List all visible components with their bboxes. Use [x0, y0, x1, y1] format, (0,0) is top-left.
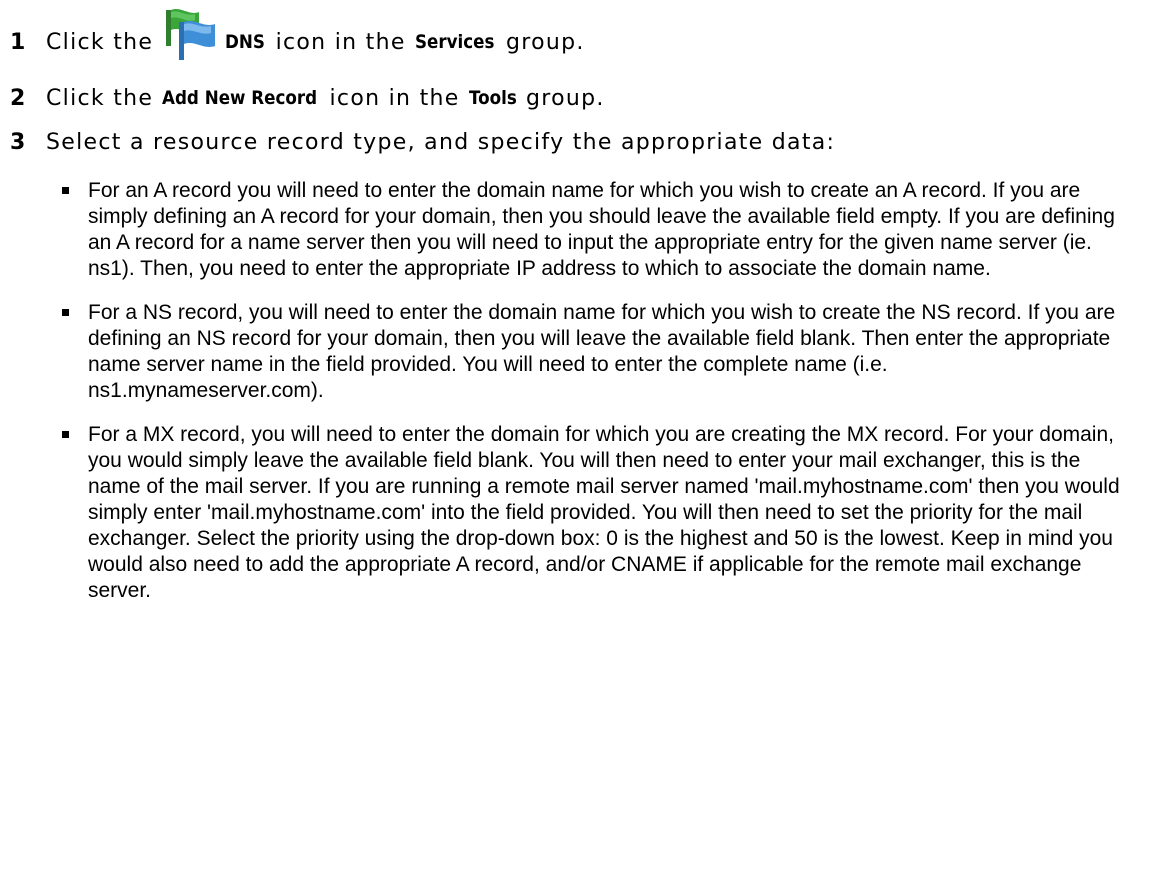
step-number: 1	[10, 29, 26, 55]
dns-term: DNS	[225, 31, 266, 53]
list-item-ns-record: For a NS record, you will need to enter …	[58, 300, 1128, 404]
add-new-record-term: Add New Record	[162, 87, 318, 109]
services-group-term: Services	[414, 31, 495, 53]
bullet-square-icon	[62, 309, 69, 316]
step-text: Click the Add New Record icon in the Too…	[46, 85, 605, 111]
step-text: Click the DNS icon in the Services group…	[46, 9, 585, 70]
step-number: 2	[10, 85, 26, 111]
bullet-square-icon	[62, 187, 69, 194]
step-text: Select a resource record type, and speci…	[46, 129, 836, 155]
record-type-list: For an A record you will need to enter t…	[58, 178, 1128, 622]
step-number: 3	[10, 129, 26, 155]
tools-group-term: Tools	[468, 87, 517, 109]
bullet-square-icon	[62, 431, 69, 438]
list-item-mx-record: For a MX record, you will need to enter …	[58, 422, 1128, 604]
dns-flag-icon	[166, 9, 216, 60]
list-item-a-record: For an A record you will need to enter t…	[58, 178, 1128, 282]
instructions-document: 1 Click the DNS icon in the Services gro…	[0, 0, 1153, 894]
